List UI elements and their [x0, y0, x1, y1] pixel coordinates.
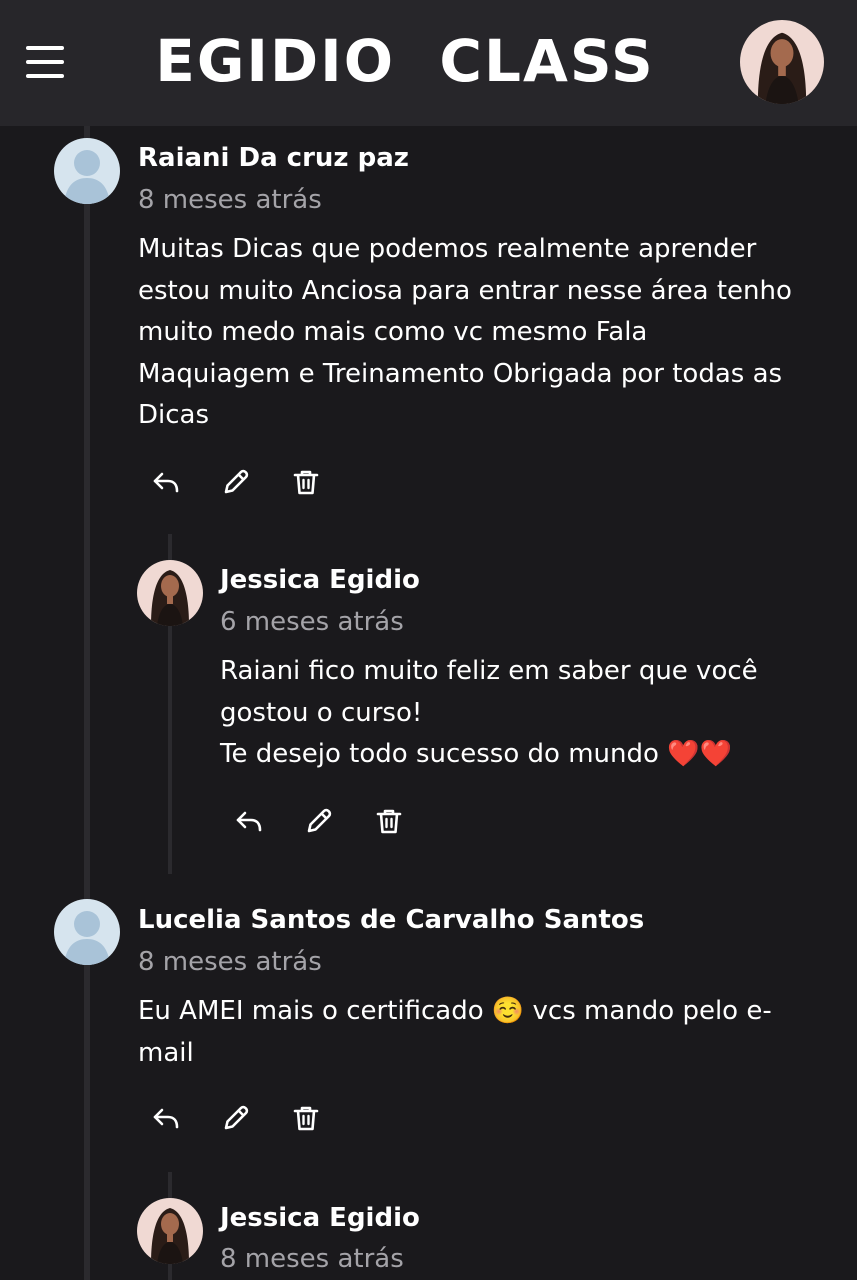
reply-body: Raiani fico muito feliz em saber que voc… — [220, 656, 758, 769]
trash-icon — [293, 470, 319, 495]
reply-author: Jessica Egidio — [220, 1203, 420, 1233]
author-avatar — [137, 560, 203, 626]
delete-button[interactable] — [286, 1098, 326, 1138]
reply-time: 6 meses atrás — [220, 607, 404, 637]
comment-body: Eu AMEI mais o certificado ☺️ vcs mando … — [138, 996, 772, 1068]
reply-actions — [229, 801, 419, 841]
edit-button[interactable] — [216, 1098, 256, 1138]
reply-button[interactable] — [229, 801, 269, 841]
reply-button[interactable] — [146, 462, 186, 502]
delete-button[interactable] — [286, 462, 326, 502]
comment-author: Raiani Da cruz paz — [138, 143, 409, 173]
delete-button[interactable] — [369, 801, 409, 841]
comment-time: 8 meses atrás — [138, 185, 322, 215]
author-avatar — [137, 1198, 203, 1264]
reply-arrow-icon — [153, 1108, 179, 1129]
hamburger-menu-icon[interactable] — [26, 46, 64, 78]
comment-actions — [146, 1098, 336, 1138]
pencil-icon — [307, 808, 332, 833]
comment-body: Muitas Dicas que podemos realmente apren… — [138, 234, 792, 430]
thread-line — [84, 126, 90, 1280]
comment-author: Lucelia Santos de Carvalho Santos — [138, 905, 645, 935]
reply-author: Jessica Egidio — [220, 565, 420, 595]
pencil-icon — [224, 1105, 249, 1130]
user-placeholder-icon — [54, 138, 120, 204]
app-header: EGIDIO CLASS — [0, 0, 857, 126]
pencil-icon — [224, 469, 249, 494]
reply-arrow-icon — [236, 811, 262, 832]
user-avatar[interactable] — [740, 20, 824, 104]
reply-button[interactable] — [146, 1098, 186, 1138]
reply-arrow-icon — [153, 472, 179, 493]
comment-time: 8 meses atrás — [138, 947, 322, 977]
trash-icon — [293, 1106, 319, 1131]
brand-title: EGIDIO CLASS — [155, 27, 655, 95]
edit-button[interactable] — [299, 801, 339, 841]
edit-button[interactable] — [216, 462, 256, 502]
trash-icon — [376, 809, 402, 834]
user-placeholder-icon — [54, 899, 120, 965]
comment-actions — [146, 462, 336, 502]
reply-time: 8 meses atrás — [220, 1244, 404, 1274]
